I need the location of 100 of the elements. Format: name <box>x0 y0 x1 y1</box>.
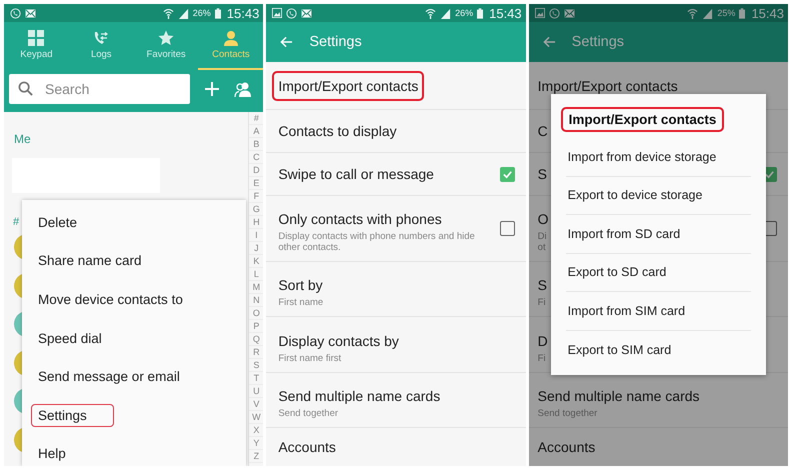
search-field[interactable]: Search <box>9 74 190 104</box>
index-letter[interactable]: C <box>249 151 264 164</box>
menu-item[interactable]: Move device contacts to <box>31 288 190 311</box>
index-letter[interactable]: M <box>249 281 264 294</box>
clock-time: 15:43 <box>226 6 260 20</box>
index-letter[interactable]: W <box>249 411 264 424</box>
battery-percentage: 25% <box>717 8 736 18</box>
setting-title[interactable]: Swipe to call or message <box>272 159 440 189</box>
menu-item[interactable]: Speed dial <box>31 326 109 350</box>
index-letter[interactable]: O <box>249 307 264 320</box>
keypad-icon <box>28 30 44 46</box>
envelope-icon <box>25 8 36 18</box>
menu-item[interactable]: Send message or email <box>31 365 187 388</box>
index-letter[interactable]: L <box>249 268 264 281</box>
section-label: Me <box>14 132 32 146</box>
index-letter[interactable]: N <box>249 294 264 307</box>
index-letter[interactable]: R <box>249 346 264 359</box>
setting-title[interactable]: C <box>534 116 554 146</box>
setting-description: Fi <box>536 297 547 308</box>
battery-percentage: 26% <box>192 8 211 18</box>
index-letter[interactable]: S <box>249 359 264 372</box>
back-arrow-icon[interactable] <box>280 36 294 48</box>
index-letter[interactable]: J <box>249 242 264 255</box>
menu-item[interactable]: Share name card <box>31 249 149 272</box>
dialog-title: Import/Export contacts <box>560 106 724 132</box>
clock-time: 15:43 <box>751 6 784 20</box>
index-letter[interactable]: A <box>249 125 264 138</box>
phone-call-icon <box>548 8 560 18</box>
index-letter[interactable]: F <box>249 190 264 203</box>
index-letter[interactable]: U <box>249 385 264 398</box>
index-letter[interactable]: H <box>249 216 264 229</box>
tab[interactable]: Contacts <box>198 22 264 70</box>
setting-title[interactable]: S <box>534 159 553 189</box>
index-letter[interactable]: V <box>249 398 264 411</box>
phone-call-icon <box>286 8 298 18</box>
menu-item[interactable]: Help <box>31 442 73 466</box>
setting-title[interactable]: Import/Export contacts <box>272 70 424 100</box>
picture-icon <box>534 8 545 18</box>
index-letter[interactable]: I <box>249 229 264 242</box>
index-letter[interactable]: D <box>249 164 264 177</box>
phone-call-icon <box>10 8 21 18</box>
setting-title[interactable]: Accounts <box>272 432 342 462</box>
phone-arrows-icon <box>93 30 110 46</box>
setting-description: First name <box>277 297 324 308</box>
envelope-icon <box>301 8 312 18</box>
index-letter[interactable]: Z <box>249 450 264 463</box>
battery-icon <box>214 8 221 18</box>
screen-title: Settings <box>309 34 362 50</box>
setting-title[interactable]: D <box>534 326 554 356</box>
tab[interactable]: Logs <box>68 22 134 70</box>
back-arrow-icon[interactable] <box>542 36 556 48</box>
checkmark-icon <box>502 168 513 180</box>
picture-icon <box>272 8 282 18</box>
menu-item[interactable]: Delete <box>31 210 84 234</box>
dialog-option[interactable]: Import from SD card <box>566 215 751 254</box>
dialog-option[interactable]: Export to device storage <box>566 176 751 215</box>
menu-item[interactable]: Settings <box>31 404 114 427</box>
search-icon <box>18 81 33 96</box>
index-letter[interactable]: E <box>249 177 264 190</box>
group-label: # <box>13 216 20 228</box>
setting-title[interactable]: Contacts to display <box>272 116 403 146</box>
setting-title[interactable]: Display contacts by <box>272 326 405 356</box>
tab[interactable]: Favorites <box>134 22 198 70</box>
dialog-option[interactable]: Import from SIM card <box>566 292 751 330</box>
setting-description: Send together <box>277 408 340 419</box>
clock-time: 15:43 <box>489 6 522 20</box>
dialog-option[interactable]: Export to SD card <box>566 254 751 292</box>
setting-description: Fi <box>536 352 547 364</box>
person-icon <box>222 30 239 46</box>
setting-description: Di ot <box>536 231 548 253</box>
setting-description: First name first <box>277 352 342 364</box>
battery-icon <box>477 8 484 18</box>
index-letter[interactable]: Y <box>249 437 264 450</box>
people-icon[interactable] <box>234 81 252 97</box>
tab[interactable]: Keypad <box>4 22 69 70</box>
index-letter[interactable]: P <box>249 320 264 333</box>
index-letter[interactable]: T <box>249 372 264 385</box>
checkbox[interactable] <box>500 166 515 182</box>
index-letter[interactable]: X <box>249 424 264 437</box>
battery-percentage: 26% <box>455 8 474 18</box>
index-letter[interactable]: Q <box>249 333 264 346</box>
star-icon <box>158 30 174 46</box>
wifi-icon <box>162 8 174 18</box>
setting-description: Display contacts with phone numbers and hide other contacts. <box>277 231 476 253</box>
signal-icon <box>178 8 189 18</box>
add-icon[interactable] <box>204 81 220 97</box>
wifi-icon <box>687 8 698 18</box>
alphabet-index[interactable]: # A B C D E F G H I J K L M N O P Q R S T U V W X Y Z <box>248 112 264 466</box>
wifi-icon <box>425 8 436 18</box>
checkbox[interactable] <box>500 221 515 236</box>
dialog-option[interactable]: Export to SIM card <box>566 330 751 369</box>
index-letter[interactable]: K <box>249 255 264 268</box>
index-letter[interactable]: # <box>249 112 264 125</box>
screen-title: Settings <box>572 34 624 50</box>
index-letter[interactable]: B <box>249 138 264 151</box>
dialog-option[interactable]: Import from device storage <box>566 138 751 176</box>
setting-title[interactable]: Accounts <box>534 432 602 462</box>
battery-icon <box>739 8 746 18</box>
signal-icon <box>440 8 452 18</box>
index-letter[interactable]: G <box>249 203 264 216</box>
